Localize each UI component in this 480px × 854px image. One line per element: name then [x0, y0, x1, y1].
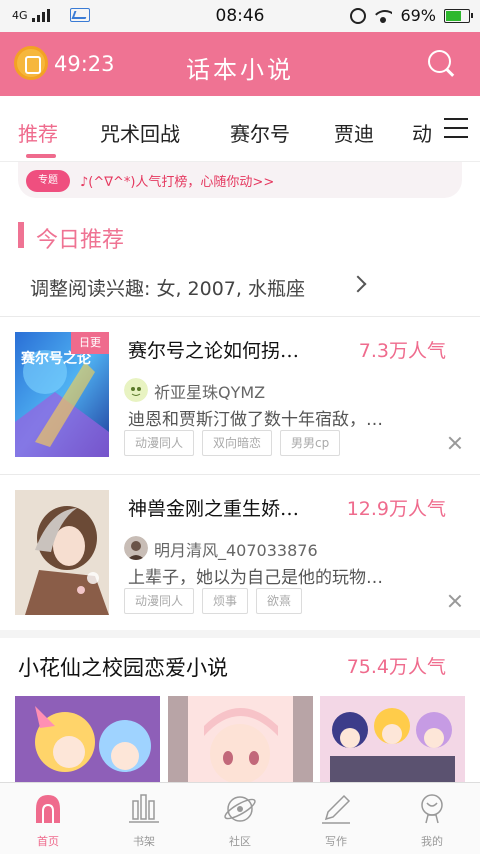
nav-home-label: 首页	[37, 835, 59, 848]
collection-popularity: 75.4万人气	[346, 656, 446, 678]
tab-recommend[interactable]: 推荐	[18, 118, 58, 147]
tab-jiadi[interactable]: 贾迪	[334, 118, 374, 147]
book-tag[interactable]: 动漫同人	[124, 588, 195, 614]
chevron-right-icon[interactable]	[349, 275, 367, 293]
book-description: 迪恩和贾斯汀做了数十年宿敌，…	[128, 410, 383, 430]
app-header: 49:23 话本小说	[0, 32, 480, 96]
book-title[interactable]: 赛尔号之论如何拐…	[128, 336, 338, 363]
section-accent-bar	[18, 222, 24, 248]
close-icon[interactable]	[448, 594, 462, 608]
nav-profile-label: 我的	[421, 835, 443, 848]
tab-jujutsu-kaisen[interactable]: 咒术回战	[100, 118, 180, 147]
section-divider	[0, 630, 480, 638]
tab-menu-icon[interactable]	[434, 96, 480, 161]
nav-community-label: 社区	[229, 835, 251, 848]
avatar	[124, 378, 148, 402]
book-popularity: 12.9万人气	[346, 498, 446, 520]
book-cover[interactable]	[15, 490, 109, 615]
category-tabs: 推荐 咒术回战 赛尔号 贾迪 动:	[0, 96, 480, 162]
active-tab-indicator	[26, 154, 56, 158]
collection-thumbnail[interactable]	[168, 696, 313, 782]
book-item[interactable]: 赛尔号之论 日更 赛尔号之论如何拐… 7.3万人气 祈亚星珠QYMZ 迪恩和贾斯…	[0, 332, 480, 490]
book-item[interactable]: 神兽金刚之重生娇… 12.9万人气 明月清风_407033876 上辈子，她以为…	[0, 490, 480, 648]
collection-thumbnail[interactable]	[320, 696, 465, 782]
divider	[0, 474, 480, 475]
nav-community[interactable]: 社区	[192, 783, 288, 854]
home-icon	[36, 795, 60, 823]
profile-icon	[421, 794, 443, 824]
book-tag[interactable]: 双向暗恋	[202, 430, 273, 456]
nav-bookshelf[interactable]: 书架	[96, 783, 192, 854]
announcement-text[interactable]: ♪(^∇^*)人气打榜，心随你动>>	[80, 171, 274, 190]
close-icon[interactable]	[448, 436, 462, 450]
nav-bookshelf-label: 书架	[133, 835, 155, 848]
pen-icon	[322, 794, 351, 824]
alarm-icon	[350, 7, 367, 24]
book-popularity: 7.3万人气	[358, 340, 446, 362]
status-right: 69%	[350, 6, 473, 25]
book-tags: 动漫同人 烦事 欲熹	[124, 588, 303, 614]
book-tag[interactable]: 动漫同人	[124, 430, 195, 456]
nav-write-label: 写作	[325, 835, 347, 848]
book-author[interactable]: 明月清风_407033876	[154, 537, 318, 561]
avatar	[124, 536, 148, 560]
section-title: 今日推荐	[36, 228, 125, 253]
community-icon	[224, 796, 256, 822]
bookshelf-icon	[129, 794, 159, 823]
tab-seer[interactable]: 赛尔号	[230, 118, 290, 147]
search-icon[interactable]	[428, 50, 454, 76]
status-bar: 4G 08:46 69%	[0, 0, 480, 32]
book-tag[interactable]: 烦事	[202, 588, 249, 614]
nav-write[interactable]: 写作	[288, 783, 384, 854]
battery-percent: 69%	[400, 6, 436, 25]
book-tags: 动漫同人 双向暗恋 男男cp	[124, 430, 341, 456]
book-description: 上辈子，她以为自己是他的玩物…	[128, 568, 383, 588]
collection-thumbnail[interactable]	[15, 696, 160, 782]
book-author[interactable]: 祈亚星珠QYMZ	[154, 379, 265, 403]
app-title: 话本小说	[186, 56, 294, 84]
book-title[interactable]: 神兽金刚之重生娇…	[128, 494, 338, 521]
nav-profile[interactable]: 我的	[384, 783, 480, 854]
bottom-navigation: 首页 书架 社区 写作 我的	[0, 782, 480, 854]
announcement-banner[interactable]: 专题 ♪(^∇^*)人气打榜，心随你动>>	[18, 162, 462, 198]
book-cover[interactable]: 赛尔号之论 日更	[15, 332, 109, 457]
nav-home[interactable]: 首页	[0, 783, 96, 854]
announcement-tag: 专题	[26, 170, 70, 192]
reading-preference-link[interactable]: 调整阅读兴趣: 女, 2007, 水瓶座	[30, 274, 305, 301]
daily-update-badge: 日更	[71, 332, 109, 354]
book-tag[interactable]: 欲熹	[256, 588, 303, 614]
wifi-icon	[374, 9, 393, 23]
book-tag[interactable]: 男男cp	[280, 430, 341, 456]
collection-title[interactable]: 小花仙之校园恋爱小说	[18, 652, 228, 682]
battery-icon	[444, 8, 473, 23]
divider	[0, 316, 480, 317]
